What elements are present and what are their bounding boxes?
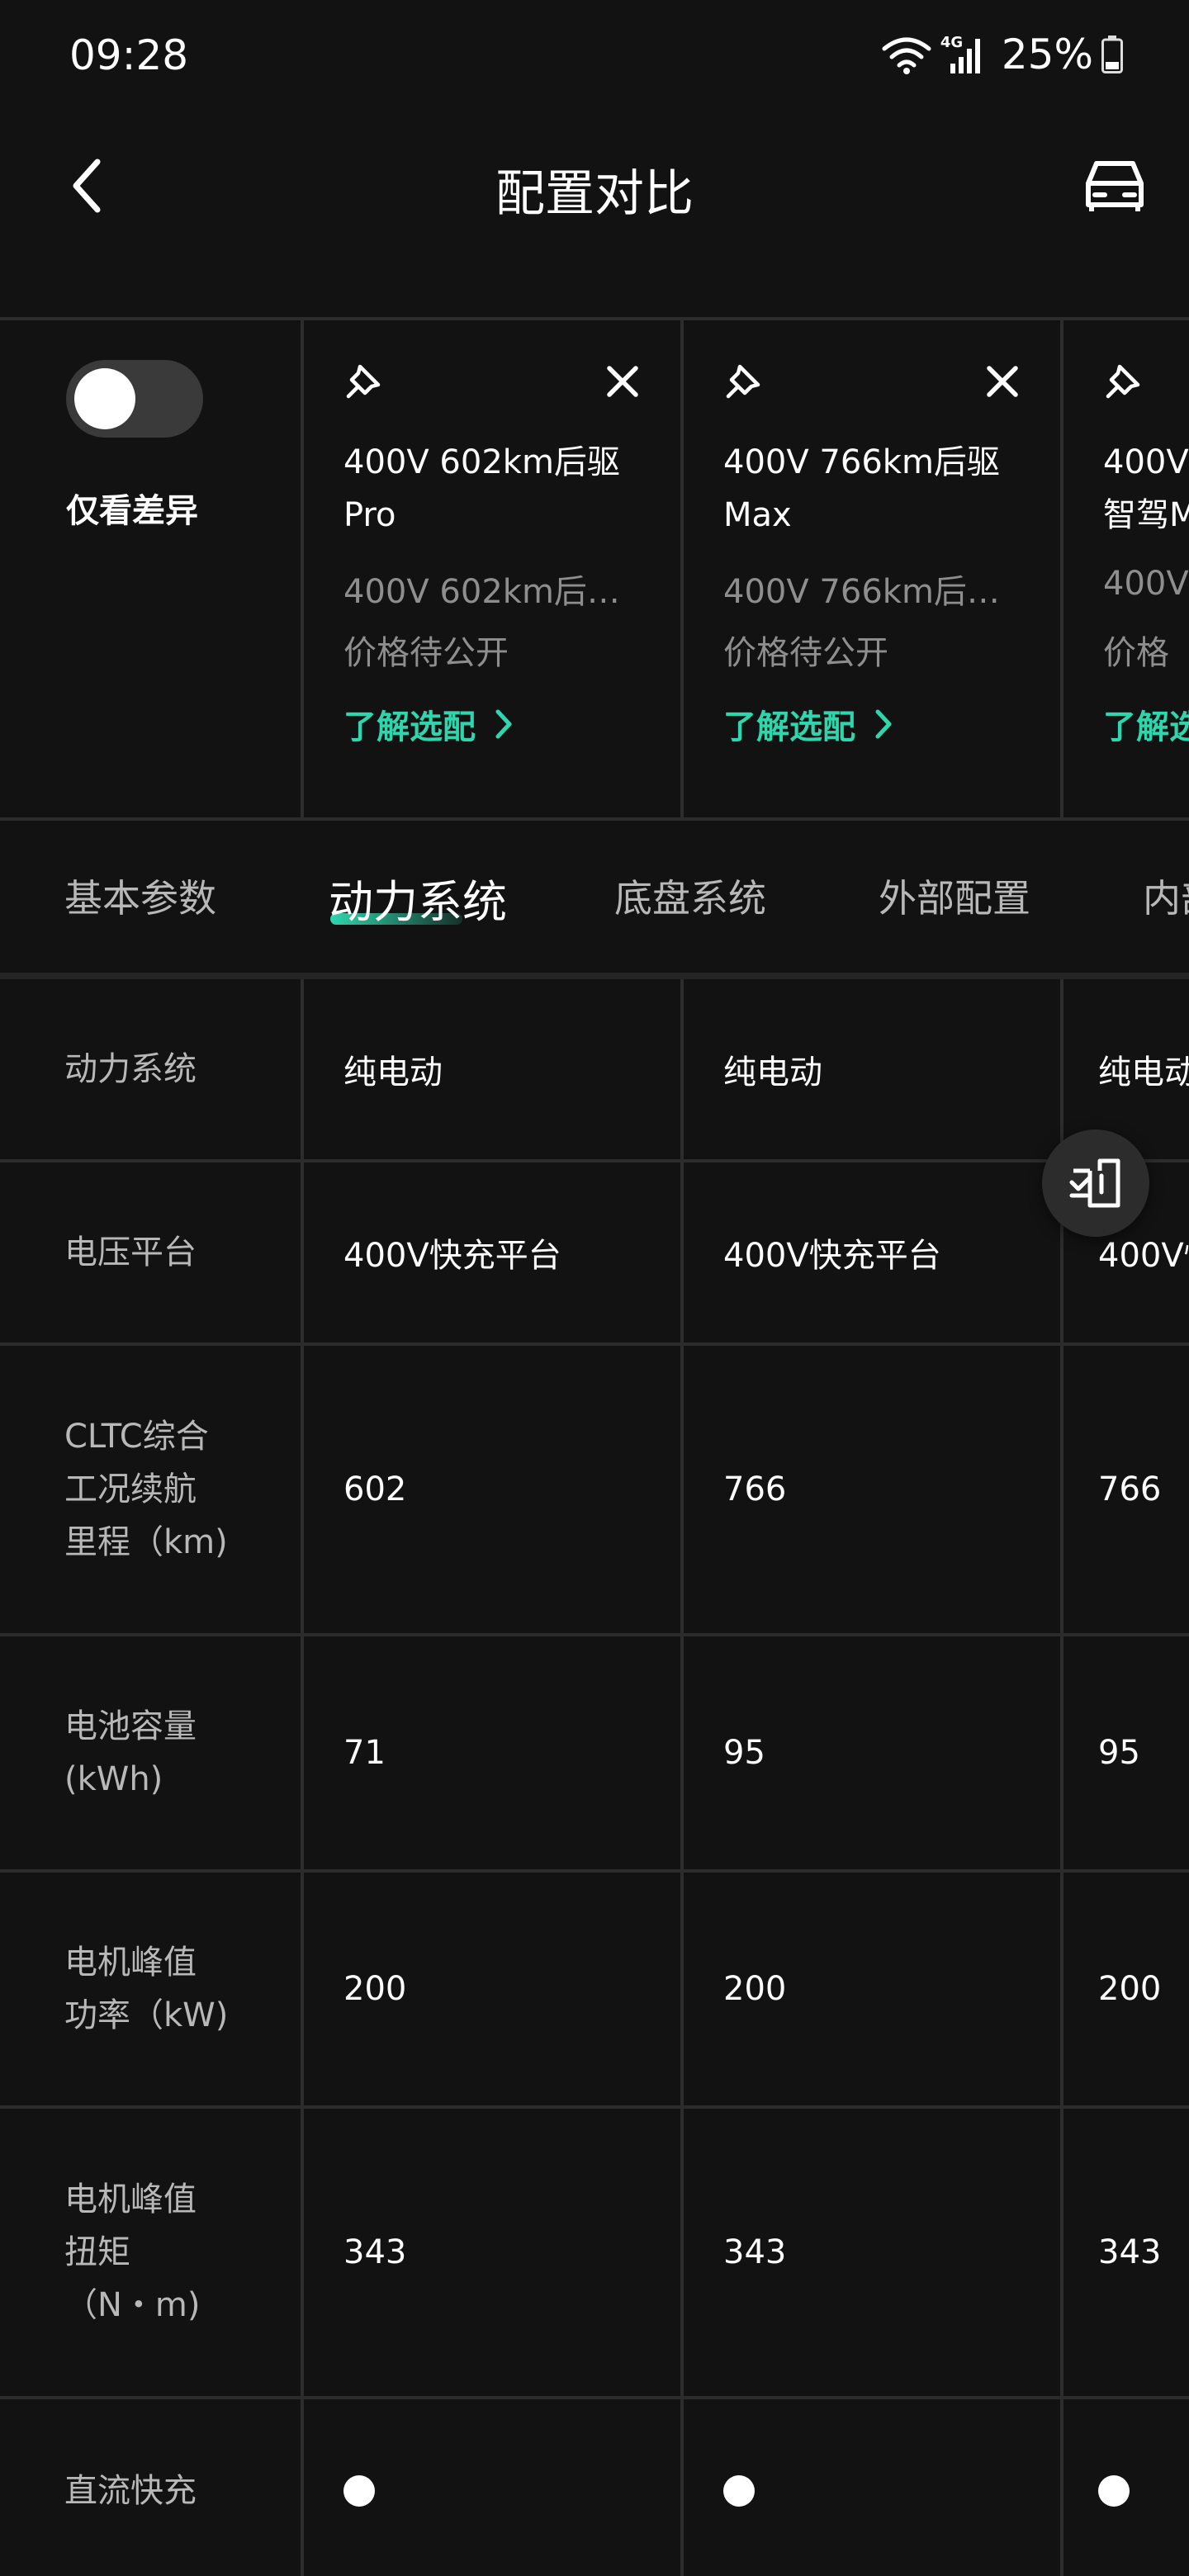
- chevron-right-icon: [495, 709, 512, 739]
- battery-percent: 25%: [1001, 31, 1093, 78]
- status-bar: 09:28 4G 25%: [0, 0, 1189, 116]
- view-options-label: 了解选配: [343, 708, 476, 746]
- row-value: 400V快充平台: [684, 1163, 1063, 1342]
- car-price: 价格待公开: [723, 634, 888, 672]
- row-value: 400V快充平台: [304, 1163, 684, 1342]
- table-row: 动力系统 纯电动 纯电动 纯电动: [0, 979, 1189, 1163]
- car-card: 400V 602km后驱 Pro 400V 602km后… 价格待公开 了解选配: [304, 320, 684, 817]
- view-options-link[interactable]: 了解选配: [723, 700, 893, 748]
- car-price: 价格待公开: [343, 634, 509, 672]
- row-label: CLTC综合 工况续航 里程（km): [0, 1346, 304, 1633]
- top-app-bar: 配置对比: [0, 124, 1189, 248]
- pin-icon[interactable]: [343, 362, 383, 401]
- category-tabs: 基本参数 动力系统 底盘系统 外部配置 内部: [0, 822, 1189, 971]
- car-card: 400V 766km后驱 Max 400V 766km后… 价格待公开 了解选配: [684, 320, 1063, 817]
- row-value: 343: [304, 2109, 684, 2396]
- close-icon[interactable]: [984, 363, 1021, 400]
- car-price: 价格: [1103, 634, 1169, 672]
- car-name: 400V 766km后驱 Max: [723, 443, 1000, 534]
- table-row: 电池容量 (kWh) 71 95 95: [0, 1636, 1189, 1873]
- row-value: 71: [304, 1636, 684, 1869]
- row-value: [304, 2399, 684, 2576]
- car-icon: [1086, 161, 1144, 211]
- table-row: 直流快充: [0, 2399, 1189, 2576]
- row-label: 直流快充: [0, 2399, 304, 2576]
- standard-dot-icon: [343, 2475, 375, 2507]
- row-label: 电机峰值 功率（kW): [0, 1873, 304, 2105]
- config-compare-page: 09:28 4G 25% 配置对比 仅看差异 400V 602km后驱 Pro …: [0, 0, 1189, 2576]
- wifi-icon: [882, 37, 931, 74]
- row-value: 纯电动: [684, 979, 1063, 1159]
- car-subtitle: 400V 766km后…: [723, 573, 1000, 611]
- car-name: 400V 602km后驱 Pro: [343, 443, 620, 534]
- row-label: 动力系统: [0, 979, 304, 1159]
- car-card: 400V 7 智驾M 400V 7 价格 了解选: [1063, 320, 1189, 817]
- car-header-row: 仅看差异 400V 602km后驱 Pro 400V 602km后… 价格待公开…: [0, 317, 1189, 821]
- floating-compare-button[interactable]: [1042, 1129, 1149, 1237]
- car-subtitle: 400V 7: [1103, 565, 1189, 603]
- signal-icon: [950, 39, 980, 73]
- status-time: 09:28: [69, 31, 189, 79]
- table-row: 电压平台 400V快充平台 400V快充平台 400V快: [0, 1163, 1189, 1346]
- tab-powertrain[interactable]: 动力系统: [329, 865, 507, 930]
- diff-only-toggle[interactable]: [66, 360, 203, 438]
- table-row: CLTC综合 工况续航 里程（km) 602 766 766: [0, 1346, 1189, 1636]
- tab-basic-params[interactable]: 基本参数: [64, 869, 216, 923]
- row-value: 纯电动: [304, 979, 684, 1159]
- row-value: 200: [684, 1873, 1063, 2105]
- car-name: 400V 7 智驾M: [1103, 443, 1189, 534]
- row-value: 343: [1098, 2233, 1162, 2271]
- standard-dot-icon: [723, 2475, 755, 2507]
- table-row: 电机峰值 功率（kW) 200 200 200: [0, 1873, 1189, 2109]
- row-value: 602: [304, 1346, 684, 1633]
- row-value: [684, 2399, 1063, 2576]
- row-value: 95: [684, 1636, 1063, 1869]
- view-options-label: 了解选: [1103, 708, 1189, 746]
- diff-filter-cell: 仅看差异: [0, 320, 304, 817]
- row-value: 766: [684, 1346, 1063, 1633]
- row-label: 电机峰值 扭矩 （N・m): [0, 2109, 304, 2396]
- diff-only-label: 仅看差异: [66, 492, 198, 530]
- row-value: 343: [684, 2109, 1063, 2396]
- toggle-knob: [74, 368, 135, 429]
- pin-icon[interactable]: [723, 362, 763, 401]
- tab-chassis[interactable]: 底盘系统: [614, 869, 766, 923]
- spec-table: 动力系统 纯电动 纯电动 纯电动 电压平台 400V快充平台 400V快充平台 …: [0, 973, 1189, 2576]
- battery-icon: [1101, 36, 1123, 73]
- row-value: 95: [1098, 1734, 1140, 1772]
- row-label: 电池容量 (kWh): [0, 1636, 304, 1869]
- row-value: 766: [1098, 1470, 1162, 1508]
- network-badge: 4G: [940, 34, 987, 75]
- status-icons: 4G 25%: [881, 30, 1123, 79]
- view-options-label: 了解选配: [723, 708, 855, 746]
- row-value: 200: [1098, 1970, 1162, 2008]
- view-options-link[interactable]: 了解选: [1103, 700, 1189, 748]
- row-label: 电压平台: [0, 1163, 304, 1342]
- compare-checklist-icon: [1069, 1158, 1120, 1208]
- page-title: 配置对比: [495, 165, 694, 223]
- car-subtitle: 400V 602km后…: [343, 573, 620, 611]
- view-options-link[interactable]: 了解选配: [343, 700, 514, 748]
- table-row: 电机峰值 扭矩 （N・m) 343 343 343: [0, 2109, 1189, 2399]
- tab-exterior[interactable]: 外部配置: [879, 869, 1030, 923]
- row-value: 200: [304, 1873, 684, 2105]
- close-icon[interactable]: [604, 363, 641, 400]
- standard-dot-icon: [1098, 2475, 1130, 2507]
- row-value: [1063, 2399, 1189, 2576]
- chevron-right-icon: [875, 709, 892, 739]
- garage-button[interactable]: [1073, 149, 1156, 223]
- pin-icon[interactable]: [1103, 362, 1143, 401]
- tab-interior[interactable]: 内部: [1143, 869, 1189, 923]
